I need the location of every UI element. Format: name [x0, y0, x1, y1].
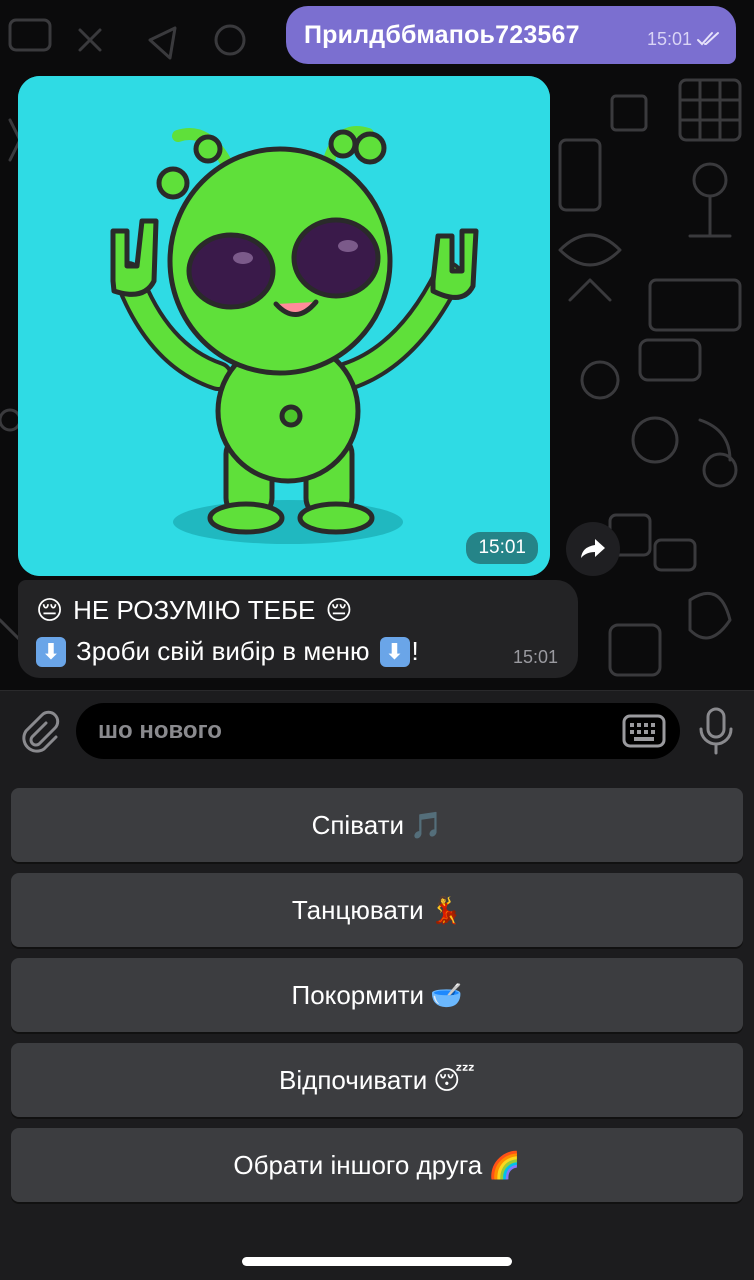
- image-message[interactable]: 15:01: [18, 76, 550, 576]
- pensive-face-emoji-2: 😔: [325, 595, 353, 625]
- message-input-bar: [0, 690, 754, 770]
- outgoing-message-text: Прилдббмапоь723567: [304, 20, 580, 49]
- keyboard-button-choose-friend[interactable]: Обрати іншого друга 🌈: [11, 1128, 743, 1202]
- outgoing-message-bubble[interactable]: Прилдббмапоь723567 15:01: [286, 6, 736, 64]
- dancer-emoji: 💃: [429, 894, 463, 925]
- double-check-icon: [697, 32, 719, 46]
- incoming-message-bubble[interactable]: 😔 НЕ РОЗУМІЮ ТЕБЕ 😔 ⬇ Зроби свій вибір в…: [18, 580, 578, 678]
- keyboard-button-label: Покормити: [291, 979, 425, 1010]
- microphone-icon[interactable]: [696, 705, 736, 757]
- keyboard-button-sing[interactable]: Співати 🎵: [11, 788, 743, 862]
- bot-reply-keyboard: Співати 🎵 Танцювати 💃 Покормити 🥣 Відпоч…: [0, 770, 754, 1280]
- keyboard-button-feed[interactable]: Покормити 🥣: [11, 958, 743, 1032]
- keyboard-button-label: Танцювати: [291, 894, 424, 925]
- incoming-message-line-2: ⬇ Зроби свій вибір в меню ⬇ !: [36, 631, 562, 672]
- bowl-emoji: 🥣: [430, 979, 463, 1010]
- message-field-container[interactable]: [76, 703, 680, 759]
- chat-area: Прилдббмапоь723567 15:01 15:01 😔 НЕ РОЗУ…: [0, 0, 754, 690]
- pensive-face-emoji: 😔: [36, 595, 64, 625]
- incoming-line-2-suffix: !: [411, 636, 419, 666]
- forward-button[interactable]: [566, 522, 620, 576]
- image-message-time: 15:01: [466, 532, 538, 564]
- incoming-message-line-1: 😔 НЕ РОЗУМІЮ ТЕБЕ 😔: [36, 590, 562, 631]
- outgoing-message-time: 15:01: [646, 28, 692, 49]
- incoming-line-1-text: НЕ РОЗУМІЮ ТЕБЕ: [73, 595, 316, 625]
- outgoing-message-meta: 15:01: [647, 21, 722, 50]
- keyboard-button-dance[interactable]: Танцювати 💃: [11, 873, 743, 947]
- down-arrow-emoji-2: ⬇: [379, 636, 410, 667]
- incoming-line-2-text: Зроби свій вибір в меню: [76, 636, 370, 666]
- music-note-emoji: 🎵: [410, 809, 443, 840]
- keyboard-button-label: Співати: [311, 809, 405, 840]
- home-indicator[interactable]: [242, 1257, 512, 1266]
- paperclip-icon[interactable]: [16, 709, 60, 753]
- rainbow-emoji: 🌈: [488, 1149, 521, 1180]
- sleeping-face-emoji: 😴: [433, 1064, 475, 1095]
- keyboard-button-label: Відпочивати: [279, 1064, 428, 1095]
- down-arrow-emoji: ⬇: [36, 636, 66, 667]
- keyboard-button-label: Обрати іншого друга: [233, 1149, 483, 1180]
- keyboard-button-rest[interactable]: Відпочивати 😴: [11, 1043, 743, 1117]
- message-input[interactable]: [98, 717, 578, 745]
- alien-sticker-image: [18, 76, 550, 576]
- incoming-message-time: 15:01: [512, 647, 558, 667]
- keyboard-icon[interactable]: [622, 714, 666, 748]
- forward-arrow-icon: [581, 539, 605, 558]
